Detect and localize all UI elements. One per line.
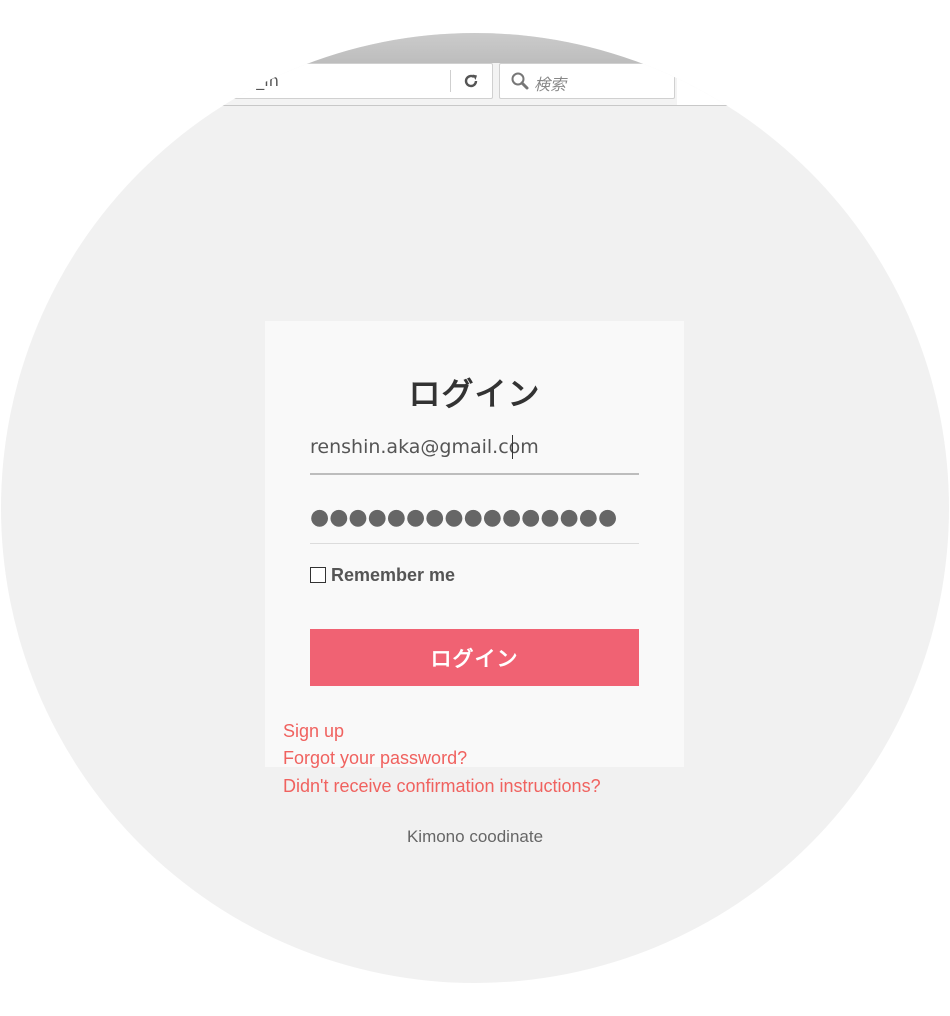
password-value[interactable]: ●●●●●●●●●●●●●●●● [310,505,617,530]
search-icon [510,71,530,91]
search-bar[interactable]: 検索 [499,63,675,99]
password-field[interactable]: ●●●●●●●●●●●●●●●● [310,503,639,544]
magnified-viewport: gn_in 検索 ▸ ログイン renshin.aka@gmail.com ●●… [1,33,949,983]
address-bar[interactable]: gn_in [223,63,493,99]
remember-me-row[interactable]: Remember me [310,563,455,587]
footer-brand: Kimono coodinate [406,827,544,846]
page-title: ログイン [408,375,541,413]
browser-toolbar: gn_in 検索 ▸ [1,33,949,106]
login-button[interactable]: ログイン [310,629,639,686]
text-caret [512,435,513,459]
email-value[interactable]: renshin.aka@gmail.com [310,436,539,458]
browser-tabstrip [1,33,949,63]
remember-me-label[interactable]: Remember me [331,565,455,586]
email-field[interactable]: renshin.aka@gmail.com [310,433,639,475]
address-bar-url[interactable]: gn_in [236,71,279,90]
overflow-menu-icon[interactable]: ▸ [695,77,700,88]
toolbar-overflow-area [677,63,949,105]
forgot-password-link[interactable]: Forgot your password? [283,748,467,769]
confirmation-instructions-link[interactable]: Didn't receive confirmation instructions… [283,776,601,797]
address-bar-divider [450,70,451,92]
search-placeholder: 検索 [534,75,567,94]
remember-me-checkbox[interactable] [310,567,326,583]
sign-up-link[interactable]: Sign up [283,721,344,742]
login-card: ログイン renshin.aka@gmail.com ●●●●●●●●●●●●●… [265,321,684,796]
reload-icon[interactable] [460,70,482,92]
